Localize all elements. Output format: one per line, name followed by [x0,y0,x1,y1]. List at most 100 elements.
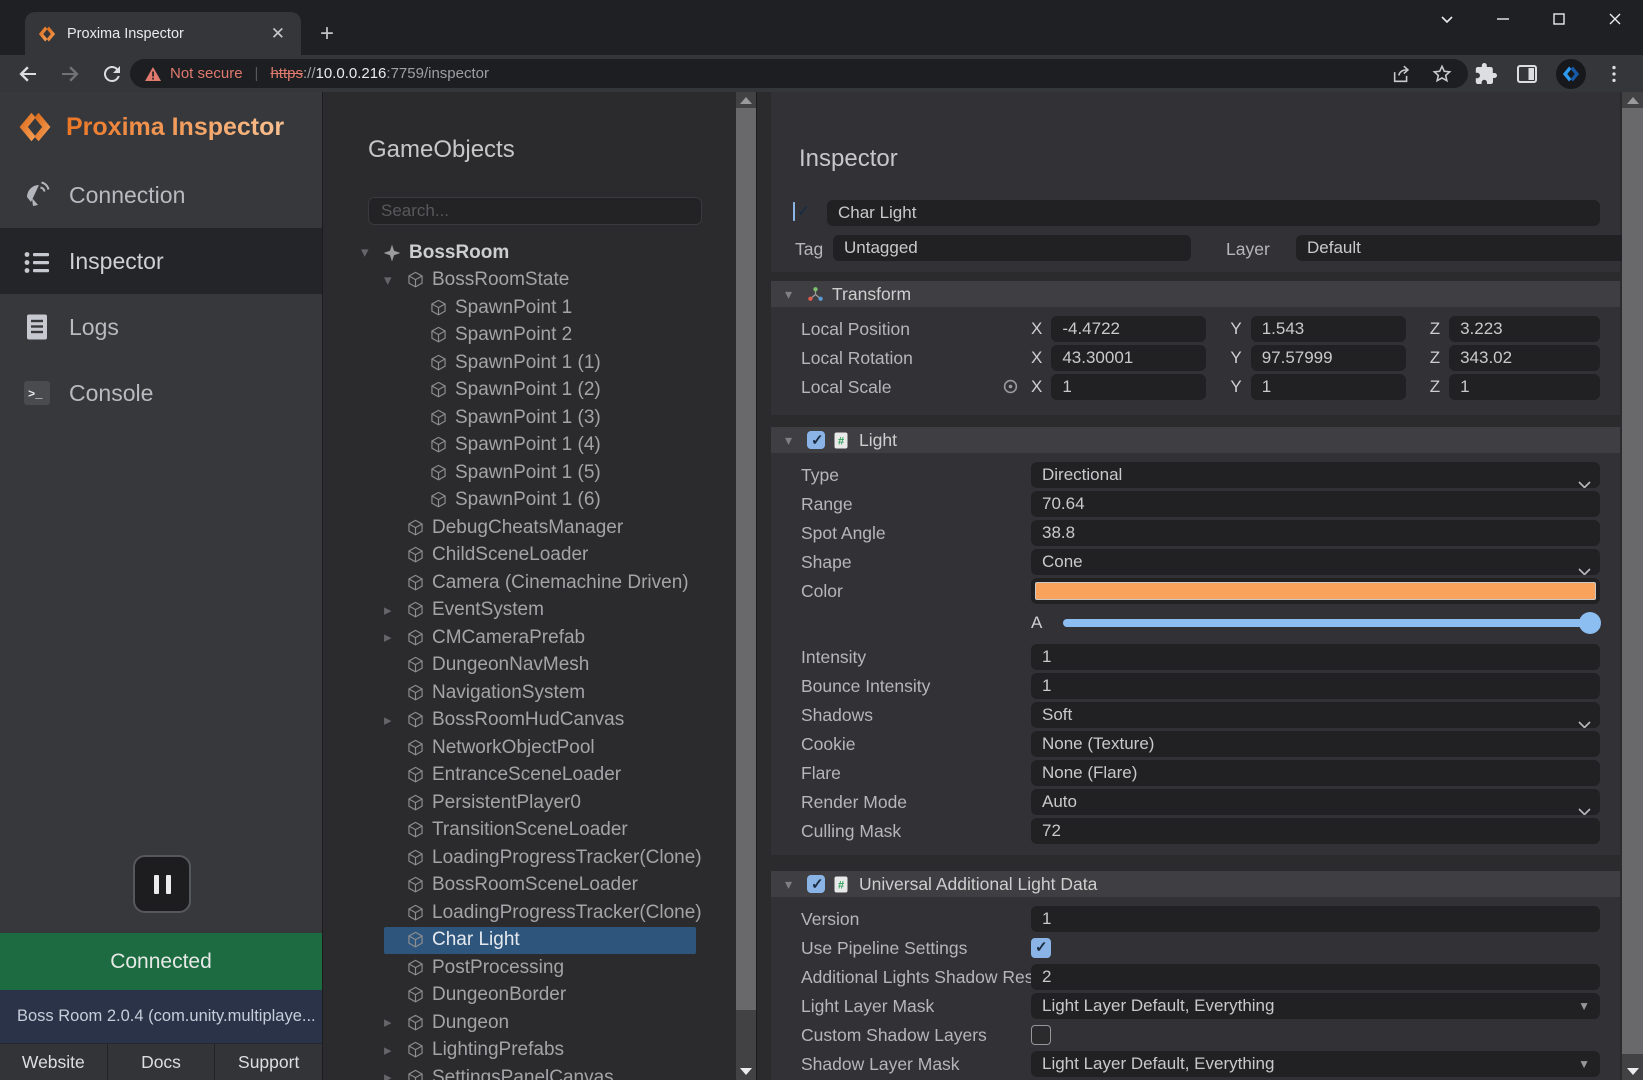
chevron-right-icon[interactable]: ▸ [384,1043,406,1058]
color-field[interactable] [1031,578,1600,604]
sidebar-item-logs[interactable]: Logs [0,294,322,360]
tree-item[interactable]: SpawnPoint 1 (3) [407,404,696,432]
extensions-puzzle-icon[interactable] [1474,62,1498,86]
tree-scrollbar[interactable] [736,92,756,1080]
sidebar-item-inspector[interactable]: Inspector [0,228,322,294]
tree-item[interactable]: LoadingProgressTracker(Clone) [384,899,696,927]
component-header[interactable]: ▾Transform [771,281,1620,307]
pause-button[interactable] [133,855,191,913]
address-bar[interactable]: Not secure | https :// 10.0.0.216 :7759/… [130,59,1468,88]
tree-item[interactable]: SpawnPoint 2 [407,322,696,350]
component-header[interactable]: ▾#Universal Additional Light Data [771,871,1620,897]
tree-item[interactable]: DebugCheatsManager [384,514,696,542]
tree-item[interactable]: PostProcessing [384,954,696,982]
value-input[interactable]: 38.8 [1031,520,1600,546]
mask-select[interactable]: Light Layer Default, Everything▼ [1031,993,1600,1019]
tab-search-chevron-icon[interactable] [1419,0,1475,38]
chevron-right-icon[interactable]: ▸ [384,713,406,728]
value-input[interactable]: None (Flare) [1031,760,1600,786]
scrollbar-thumb[interactable] [1622,108,1643,1054]
value-input[interactable]: 2 [1031,964,1600,990]
value-select[interactable]: Cone [1031,549,1600,575]
menu-dots-icon[interactable] [1603,63,1625,85]
z-input[interactable]: 3.223 [1449,316,1600,342]
layer-select[interactable]: Default [1296,235,1622,261]
tree-item[interactable]: PersistentPlayer0 [384,789,696,817]
chevron-down-icon[interactable]: ▾ [361,245,383,260]
slider-handle[interactable] [1579,612,1601,634]
sidebar-item-connection[interactable]: Connection [0,162,322,228]
value-select[interactable]: Soft [1031,702,1600,728]
value-input[interactable]: 1 [1031,644,1600,670]
back-icon[interactable] [16,62,40,86]
reload-icon[interactable] [100,62,124,86]
tree-item[interactable]: ▸LightingPrefabs [384,1037,696,1065]
footer-link-support[interactable]: Support [214,1044,322,1080]
tree-item[interactable]: SpawnPoint 1 (6) [407,487,696,515]
tree-item[interactable]: SpawnPoint 1 (4) [407,432,696,460]
tree-item[interactable]: Camera (Cinemachine Driven) [384,569,696,597]
scroll-down-icon[interactable] [740,1068,752,1075]
tag-input[interactable] [833,235,1191,261]
chevron-down-icon[interactable]: ▾ [785,287,807,301]
value-input[interactable]: None (Texture) [1031,731,1600,757]
not-secure-label[interactable]: Not secure [170,65,243,82]
tree-item[interactable]: ▸Dungeon [384,1009,696,1037]
tree-item[interactable]: ▸BossRoomHudCanvas [384,707,696,735]
scrollbar-thumb[interactable] [736,108,756,1010]
tree-item[interactable]: BossRoomSceneLoader [384,872,696,900]
y-input[interactable]: 97.57999 [1251,345,1406,371]
scroll-up-icon[interactable] [740,97,752,104]
tree-item[interactable]: NetworkObjectPool [384,734,696,762]
z-input[interactable]: 343.02 [1449,345,1600,371]
footer-link-docs[interactable]: Docs [107,1044,215,1080]
link-icon[interactable] [1001,377,1021,397]
y-input[interactable]: 1.543 [1251,316,1406,342]
close-button[interactable] [1587,0,1643,38]
tree-item[interactable]: ChildSceneLoader [384,542,696,570]
tree-item[interactable]: SpawnPoint 1 (5) [407,459,696,487]
value-checkbox[interactable] [1031,1025,1051,1045]
tree-item[interactable]: ▾BossRoomState [384,267,696,295]
tree-item[interactable]: TransitionSceneLoader [384,817,696,845]
scroll-down-icon[interactable] [1627,1068,1639,1075]
inspector-scrollbar[interactable] [1622,92,1643,1080]
chevron-down-icon[interactable]: ▾ [384,273,406,288]
value-select[interactable]: Directional [1031,462,1600,488]
value-input[interactable]: 1 [1031,906,1600,932]
maximize-button[interactable] [1531,0,1587,38]
footer-link-website[interactable]: Website [0,1044,107,1080]
chevron-down-icon[interactable]: ▾ [785,877,807,891]
tree-item[interactable]: LoadingProgressTracker(Clone) [384,844,696,872]
proxima-extension-icon[interactable] [1556,59,1586,89]
minimize-button[interactable] [1475,0,1531,38]
tree-item[interactable]: Char Light [384,927,696,955]
tree-item[interactable]: DungeonNavMesh [384,652,696,680]
chevron-right-icon[interactable]: ▸ [384,603,406,618]
x-input[interactable]: -4.4722 [1051,316,1206,342]
component-enabled-checkbox[interactable] [807,431,825,449]
share-icon[interactable] [1391,63,1413,85]
value-checkbox[interactable] [1031,938,1051,958]
tree-item[interactable]: SpawnPoint 1 (2) [407,377,696,405]
bookmark-star-icon[interactable] [1431,63,1453,85]
chevron-right-icon[interactable]: ▸ [384,1070,406,1080]
mask-select[interactable]: Light Layer Default, Everything▼ [1031,1051,1600,1077]
tree-item[interactable]: SpawnPoint 1 (1) [407,349,696,377]
scroll-up-icon[interactable] [1627,97,1639,104]
side-panel-icon[interactable] [1515,62,1539,86]
z-input[interactable]: 1 [1449,374,1600,400]
value-input[interactable]: 72 [1031,818,1600,844]
browser-tab[interactable]: Proxima Inspector ✕ [25,12,301,55]
new-tab-button[interactable]: + [314,21,340,47]
tab-close-icon[interactable]: ✕ [267,23,289,44]
value-input[interactable]: 70.64 [1031,491,1600,517]
tree-item[interactable]: ▸SettingsPanelCanvas [384,1064,696,1080]
color-swatch[interactable] [1035,582,1596,600]
value-select[interactable]: Auto [1031,789,1600,815]
component-enabled-checkbox[interactable] [807,875,825,893]
y-input[interactable]: 1 [1251,374,1406,400]
tree-item[interactable]: DungeonBorder [384,982,696,1010]
gameobject-name-input[interactable] [827,200,1600,226]
x-input[interactable]: 43.30001 [1051,345,1206,371]
